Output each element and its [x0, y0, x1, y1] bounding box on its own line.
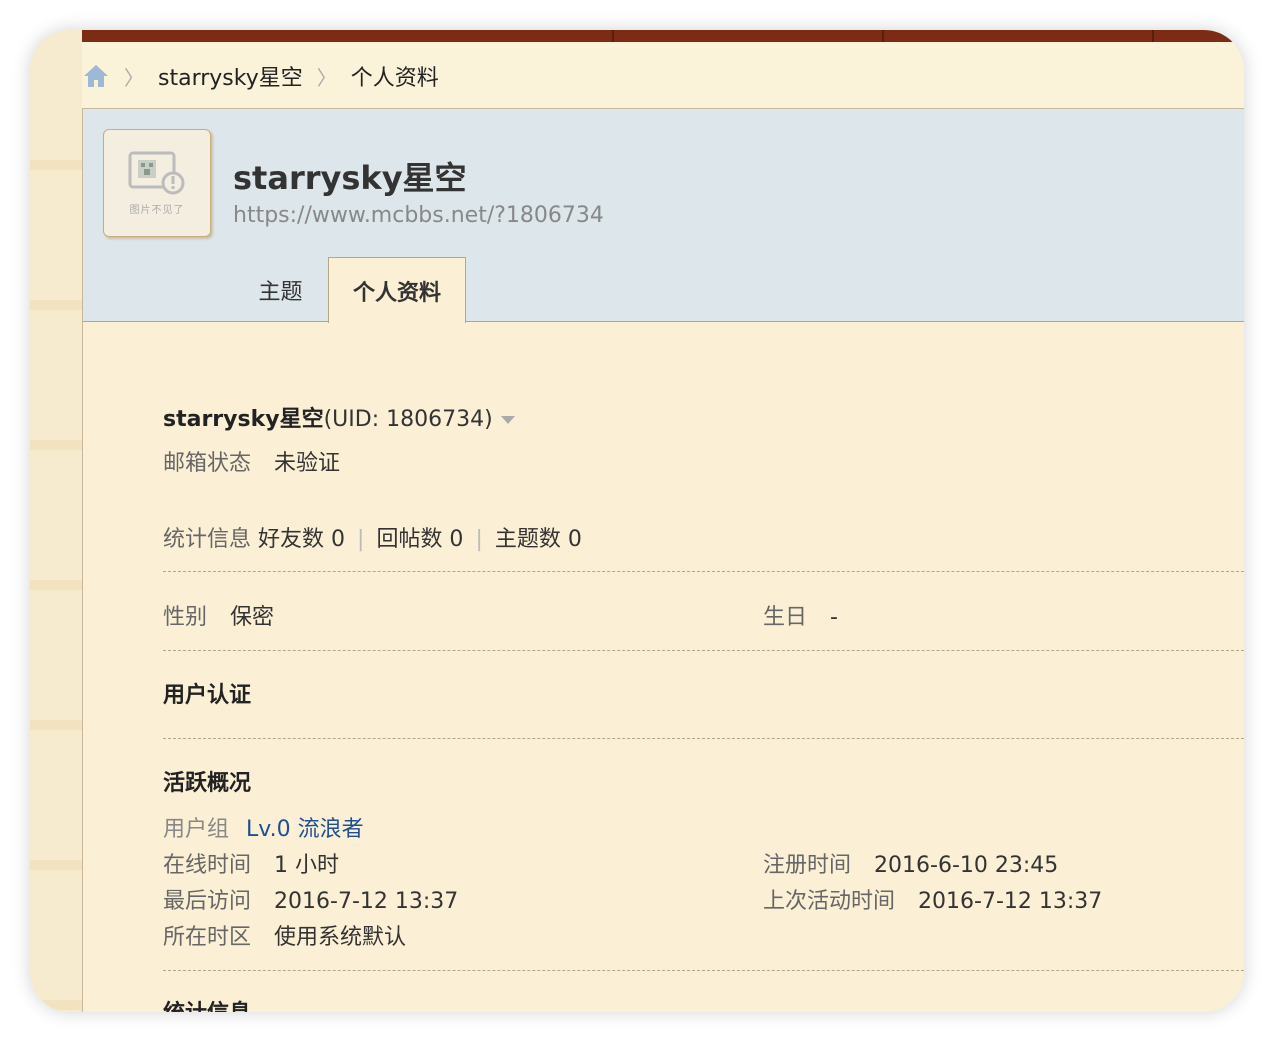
verification-title: 用户认证	[163, 683, 252, 708]
register-time-value: 2016-6-10 23:45	[874, 853, 1059, 878]
register-time-label: 注册时间	[763, 853, 852, 878]
profile-panel: 图片不见了 starrysky星空 https://www.mcbbs.net/…	[82, 108, 1244, 1012]
avatar[interactable]: 图片不见了	[103, 129, 211, 237]
gender-label: 性别	[163, 605, 208, 630]
online-time-label: 在线时间	[163, 853, 252, 878]
activity-title: 活跃概况	[163, 771, 252, 796]
stats-divider: |	[357, 527, 365, 552]
home-icon[interactable]	[82, 63, 110, 89]
stats-row: 统计信息 好友数 0 | 回帖数 0 | 主题数 0	[163, 521, 582, 553]
statistics-title: 统计信息	[163, 995, 251, 1012]
section-divider	[163, 970, 1244, 971]
profile-header: 图片不见了 starrysky星空 https://www.mcbbs.net/…	[83, 109, 1244, 323]
profile-url[interactable]: https://www.mcbbs.net/?1806734	[233, 203, 604, 228]
usergroup-row: 用户组 Lv.0 流浪者	[163, 811, 364, 843]
usergroup-link[interactable]: Lv.0 流浪者	[246, 817, 364, 842]
last-active-label: 上次活动时间	[763, 889, 896, 914]
browser-window: 〉 starrysky星空 〉 个人资料 图片不见了 starrysky星空 h…	[30, 30, 1244, 1012]
left-decoration-strip	[30, 30, 82, 1012]
timezone-value: 使用系统默认	[274, 925, 407, 950]
dropdown-caret-icon[interactable]	[500, 416, 515, 424]
user-name: starrysky星空	[163, 407, 324, 432]
breadcrumb-current: 个人资料	[350, 66, 439, 91]
birthday-value: -	[830, 605, 838, 630]
breadcrumb-user[interactable]: starrysky星空	[158, 60, 303, 92]
avatar-caption: 图片不见了	[129, 204, 185, 216]
breadcrumb-separator: 〉	[316, 65, 337, 90]
last-visit-label: 最后访问	[163, 889, 252, 914]
online-time-row: 在线时间 1 小时	[163, 847, 339, 879]
last-visit-value: 2016-7-12 13:37	[274, 889, 459, 914]
name-uid-row: starrysky星空(UID: 1806734)	[163, 401, 515, 433]
user-uid: (UID: 1806734)	[323, 407, 493, 432]
last-active-row: 上次活动时间 2016-7-12 13:37	[763, 883, 1102, 915]
tab-topics[interactable]: 主题	[233, 257, 328, 322]
stats-label: 统计信息	[163, 527, 252, 552]
gender-row: 性别 保密	[163, 599, 274, 631]
profile-tabs: 主题 个人资料	[233, 257, 466, 323]
online-time-value: 1 小时	[274, 853, 340, 878]
threads-count[interactable]: 主题数 0	[495, 527, 582, 552]
breadcrumb: 〉 starrysky星空 〉 个人资料	[82, 56, 439, 96]
register-time-row: 注册时间 2016-6-10 23:45	[763, 847, 1058, 879]
last-visit-row: 最后访问 2016-7-12 13:37	[163, 883, 458, 915]
section-divider	[163, 738, 1244, 739]
birthday-label: 生日	[763, 605, 808, 630]
email-status-value: 未验证	[274, 451, 341, 476]
replies-count[interactable]: 回帖数 0	[376, 527, 463, 552]
broken-image-icon	[128, 151, 185, 194]
email-status-row: 邮箱状态 未验证	[163, 445, 340, 477]
tab-profile[interactable]: 个人资料	[328, 257, 466, 323]
timezone-label: 所在时区	[163, 925, 252, 950]
profile-name: starrysky星空	[233, 159, 467, 197]
birthday-row: 生日 -	[763, 599, 838, 631]
friends-count[interactable]: 好友数 0	[258, 527, 345, 552]
breadcrumb-separator: 〉	[124, 65, 144, 90]
top-nav-bar	[82, 30, 1244, 42]
timezone-row: 所在时区 使用系统默认	[163, 919, 406, 951]
last-active-value: 2016-7-12 13:37	[918, 889, 1103, 914]
section-divider	[163, 650, 1244, 651]
stats-divider: |	[475, 527, 483, 552]
section-divider	[163, 571, 1244, 572]
email-status-label: 邮箱状态	[163, 451, 252, 476]
gender-value: 保密	[230, 605, 275, 630]
usergroup-label: 用户组	[163, 817, 230, 842]
